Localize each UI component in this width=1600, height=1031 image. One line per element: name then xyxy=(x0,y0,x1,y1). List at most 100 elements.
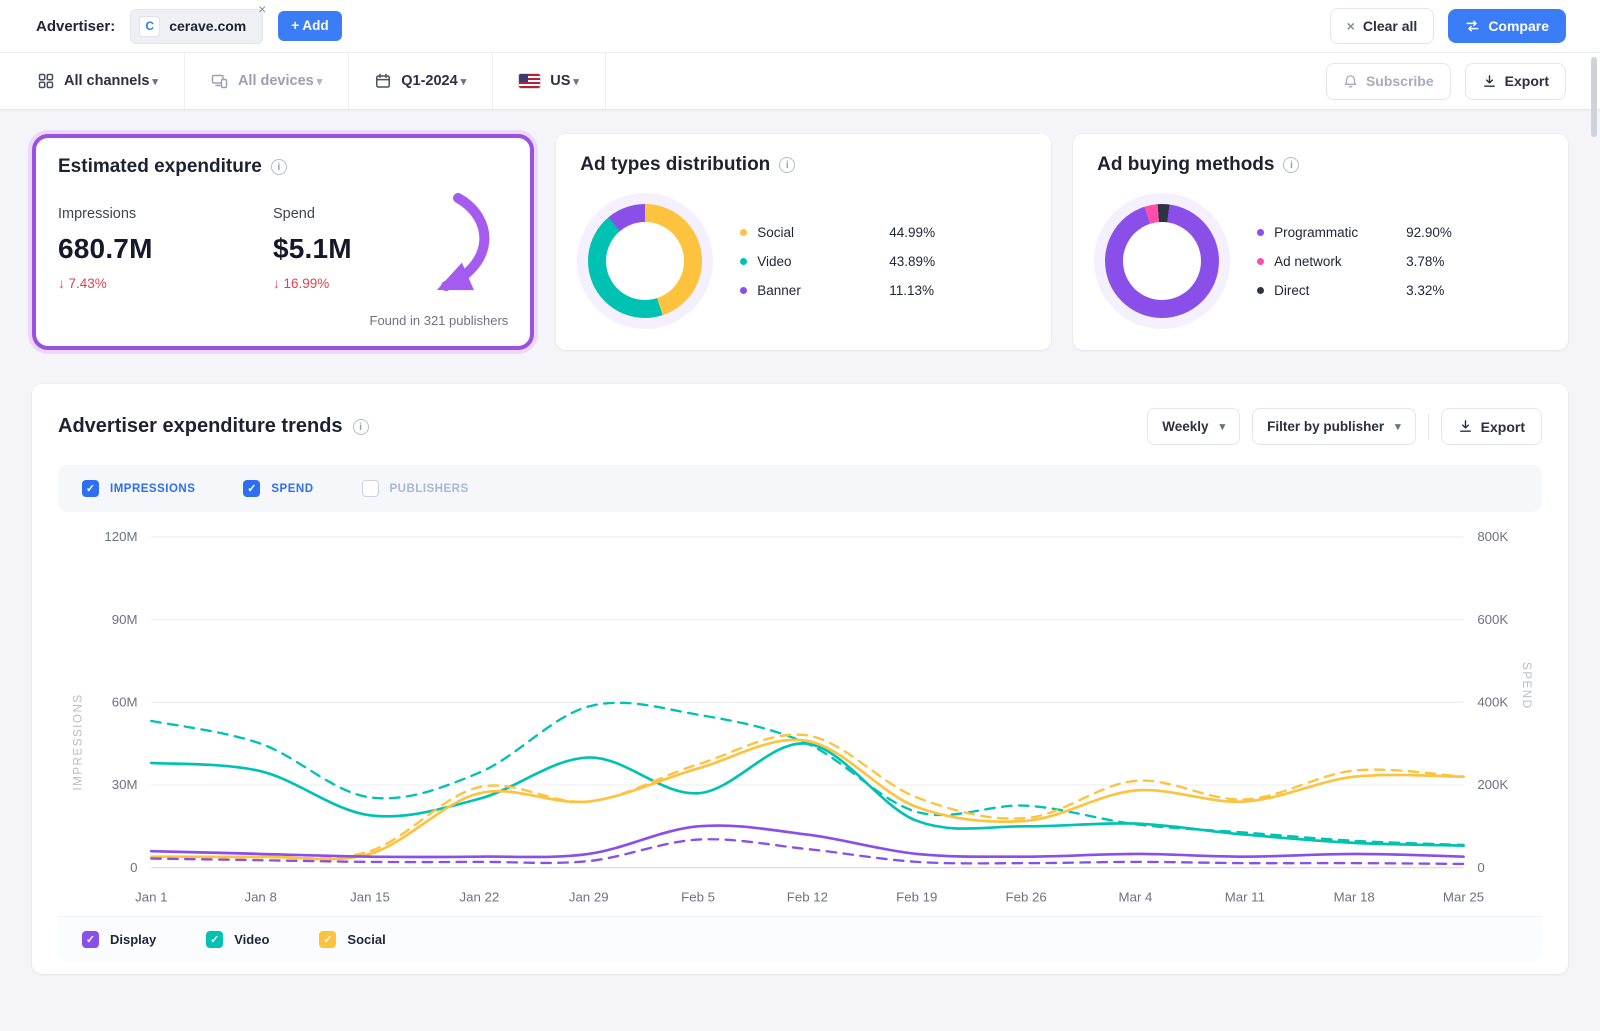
filter-dropdowns: All channels All devices Q1-2024 US xyxy=(0,53,606,109)
svg-text:120M: 120M xyxy=(104,529,137,544)
devices-label: All devices xyxy=(238,73,322,89)
series-label: Video xyxy=(234,932,269,947)
legend-label: Video xyxy=(757,254,879,269)
programmatic-dot-icon xyxy=(1257,229,1264,236)
direct-dot-icon xyxy=(1257,287,1264,294)
svg-text:Jan 22: Jan 22 xyxy=(459,890,499,905)
svg-text:Mar 18: Mar 18 xyxy=(1334,890,1375,905)
info-icon[interactable] xyxy=(779,157,795,173)
country-dropdown[interactable]: US xyxy=(493,53,606,109)
legend-item[interactable]: Banner 11.13% xyxy=(740,283,1027,298)
svg-text:Feb 19: Feb 19 xyxy=(896,890,937,905)
legend-value: 3.78% xyxy=(1406,254,1444,269)
legend-value: 11.13% xyxy=(889,283,934,298)
info-icon[interactable] xyxy=(1283,157,1299,173)
impressions-toggle[interactable]: IMPRESSIONS xyxy=(82,480,195,497)
ad-buying-title: Ad buying methods xyxy=(1097,154,1274,176)
devices-dropdown[interactable]: All devices xyxy=(185,53,349,109)
trends-export-button[interactable]: Export xyxy=(1441,408,1542,445)
svg-text:30M: 30M xyxy=(112,777,138,792)
calendar-icon xyxy=(375,73,391,89)
svg-text:Feb 26: Feb 26 xyxy=(1006,890,1047,905)
channels-label: All channels xyxy=(64,73,158,89)
spend-value: $5.1M xyxy=(273,233,488,265)
checkbox-icon xyxy=(82,480,99,497)
spend-stat: Spend $5.1M ↓ 16.99% xyxy=(273,206,488,291)
spend-toggle[interactable]: SPEND xyxy=(243,480,313,497)
advertiser-domain: cerave.com xyxy=(169,18,246,34)
us-flag-icon xyxy=(519,74,540,88)
remove-advertiser-icon[interactable] xyxy=(258,1,266,19)
ad-buying-donut-chart[interactable] xyxy=(1105,204,1219,318)
display-series-toggle[interactable]: Display xyxy=(82,931,156,948)
svg-text:Feb 5: Feb 5 xyxy=(681,890,715,905)
expenditure-stats: Impressions 680.7M ↓ 7.43% Spend $5.1M ↓… xyxy=(58,206,508,291)
metric-toggles: IMPRESSIONS SPEND PUBLISHERS xyxy=(58,465,1542,512)
svg-text:SPEND: SPEND xyxy=(1520,662,1533,710)
trends-controls: Weekly Filter by publisher Export xyxy=(1147,408,1542,445)
legend-label: Ad network xyxy=(1274,254,1396,269)
spend-change: ↓ 16.99% xyxy=(273,276,488,291)
ad-types-donut-chart[interactable] xyxy=(588,204,702,318)
channels-grid-icon xyxy=(38,73,54,89)
svg-text:Mar 11: Mar 11 xyxy=(1225,890,1265,905)
expenditure-trends-chart[interactable]: 030M60M90M120M0200K400K600K800KJan 1Jan … xyxy=(58,520,1542,914)
period-dropdown[interactable]: Q1-2024 xyxy=(349,53,493,109)
compare-label: Compare xyxy=(1488,19,1549,33)
ad-buying-card: Ad buying methods Programmatic 92.90% Ad… xyxy=(1073,134,1568,350)
legend-item[interactable]: Video 43.89% xyxy=(740,254,1027,269)
impressions-stat: Impressions 680.7M ↓ 7.43% xyxy=(58,206,273,291)
compare-button[interactable]: Compare xyxy=(1448,9,1566,43)
advertiser-area: Advertiser: C cerave.com + Add xyxy=(36,9,342,44)
legend-item[interactable]: Social 44.99% xyxy=(740,225,1027,240)
legend-item[interactable]: Ad network 3.78% xyxy=(1257,254,1544,269)
legend-label: Social xyxy=(757,225,879,240)
export-button[interactable]: Export xyxy=(1465,63,1566,100)
trends-title: Advertiser expenditure trends xyxy=(58,415,343,438)
impressions-change: ↓ 7.43% xyxy=(58,276,273,291)
ad-types-title: Ad types distribution xyxy=(580,154,770,176)
advertiser-label: Advertiser: xyxy=(36,18,115,35)
period-label: Q1-2024 xyxy=(401,73,466,89)
toggle-label: IMPRESSIONS xyxy=(110,483,195,495)
legend-label: Banner xyxy=(757,283,879,298)
clear-all-label: Clear all xyxy=(1363,19,1417,33)
channels-dropdown[interactable]: All channels xyxy=(0,53,185,109)
svg-text:IMPRESSIONS: IMPRESSIONS xyxy=(71,693,84,790)
granularity-dropdown[interactable]: Weekly xyxy=(1147,408,1240,445)
ad-types-card: Ad types distribution Social 44.99% Vide… xyxy=(556,134,1051,350)
display-checkbox-icon xyxy=(82,931,99,948)
topbar: Advertiser: C cerave.com + Add Clear all… xyxy=(0,0,1600,53)
expenditure-trends-card: Advertiser expenditure trends Weekly Fil… xyxy=(32,384,1568,974)
clear-all-button[interactable]: Clear all xyxy=(1330,8,1435,44)
series-legend: Display Video Social xyxy=(58,916,1542,962)
scrollbar-thumb[interactable] xyxy=(1591,57,1597,137)
impressions-label: Impressions xyxy=(58,206,273,222)
advertiser-chip[interactable]: C cerave.com xyxy=(130,9,263,44)
publishers-toggle[interactable]: PUBLISHERS xyxy=(362,480,469,497)
add-advertiser-button[interactable]: + Add xyxy=(278,11,341,41)
ad-buying-legend: Programmatic 92.90% Ad network 3.78% Dir… xyxy=(1257,225,1544,298)
main-content: Estimated expenditure Impressions 680.7M… xyxy=(0,110,1600,974)
social-series-toggle[interactable]: Social xyxy=(319,931,385,948)
legend-label: Programmatic xyxy=(1274,225,1396,240)
info-icon[interactable] xyxy=(353,419,369,435)
country-label: US xyxy=(550,73,579,89)
legend-value: 92.90% xyxy=(1406,225,1452,240)
legend-item[interactable]: Programmatic 92.90% xyxy=(1257,225,1544,240)
filter-by-publisher-dropdown[interactable]: Filter by publisher xyxy=(1252,408,1416,445)
filter-toolbar: All channels All devices Q1-2024 US xyxy=(0,53,1600,110)
info-icon[interactable] xyxy=(271,159,287,175)
subscribe-button[interactable]: Subscribe xyxy=(1326,63,1451,100)
social-dot-icon xyxy=(740,229,747,236)
subscribe-label: Subscribe xyxy=(1366,74,1434,88)
series-label: Display xyxy=(110,932,156,947)
legend-item[interactable]: Direct 3.32% xyxy=(1257,283,1544,298)
video-checkbox-icon xyxy=(206,931,223,948)
estimated-expenditure-title: Estimated expenditure xyxy=(58,156,262,178)
legend-value: 3.32% xyxy=(1406,283,1444,298)
svg-text:Jan 15: Jan 15 xyxy=(350,890,390,905)
trends-export-label: Export xyxy=(1481,420,1525,434)
video-series-toggle[interactable]: Video xyxy=(206,931,269,948)
download-icon xyxy=(1458,419,1473,434)
